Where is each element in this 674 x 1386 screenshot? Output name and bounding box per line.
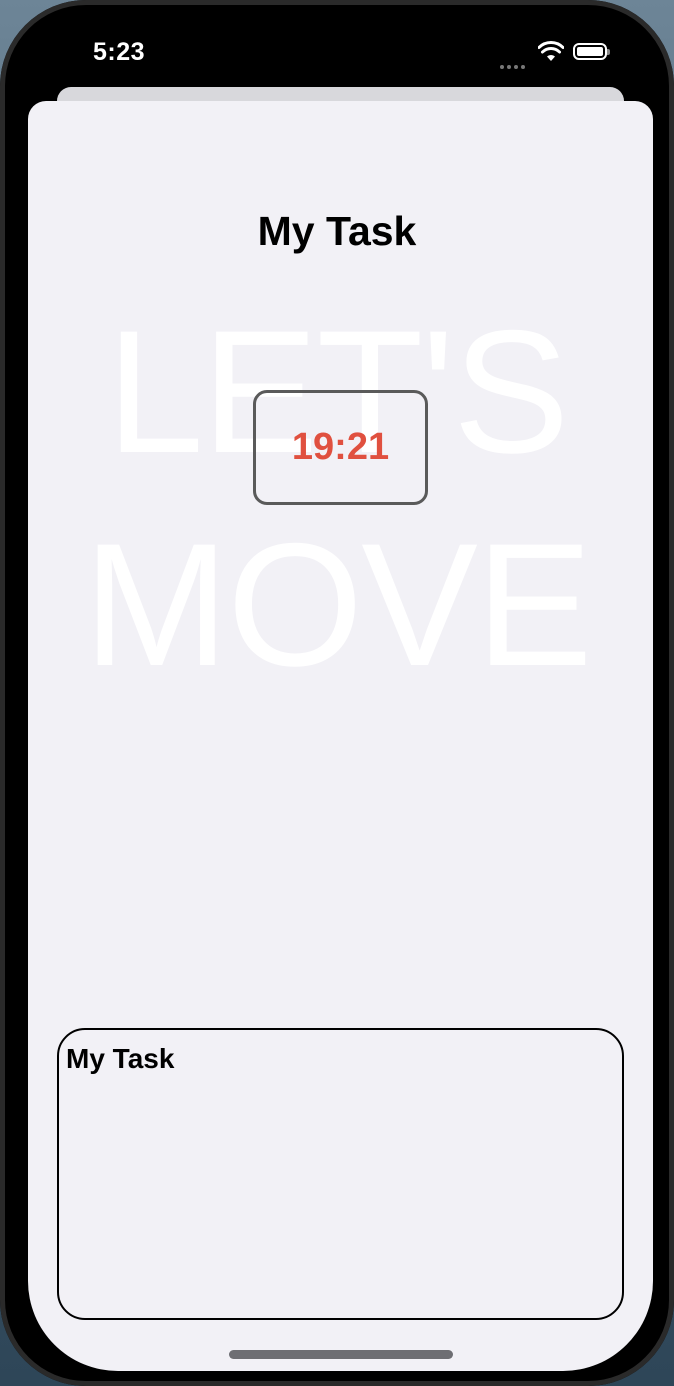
wifi-icon <box>537 41 565 63</box>
page-title: My Task <box>257 208 417 254</box>
task-text-area[interactable]: My Task <box>57 1028 624 1320</box>
cellular-signal-icon <box>500 56 532 69</box>
status-time: 5:23 <box>93 38 146 66</box>
phone-frame: 5:23 My Task LET'S MOVE 19:21 My Task <box>0 0 674 1386</box>
background-motivation-text-line-2: MOVE <box>83 508 592 703</box>
timer-display[interactable]: 19:21 <box>253 390 428 505</box>
battery-icon <box>573 43 610 60</box>
timer-value: 19:21 <box>291 426 390 468</box>
status-bar: 5:23 <box>0 0 674 90</box>
task-text: My Task <box>66 1043 175 1074</box>
home-indicator[interactable] <box>229 1350 453 1359</box>
